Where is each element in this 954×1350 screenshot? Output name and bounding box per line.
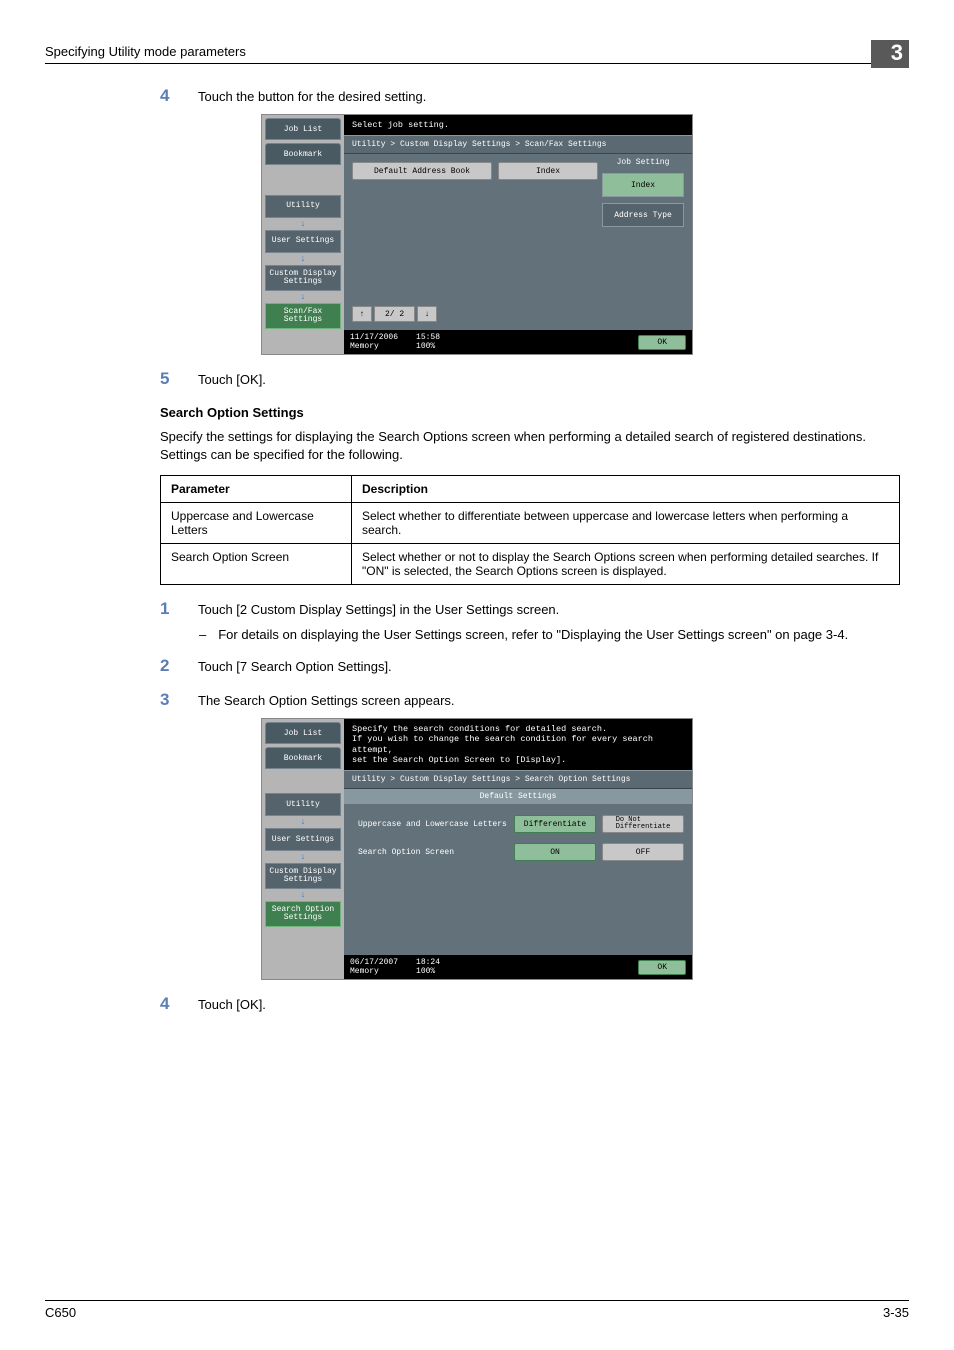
chapter-number: 3 <box>871 40 909 68</box>
menu-custom-display[interactable]: Custom Display Settings <box>265 863 341 889</box>
table-row: Search Option Screen Select whether or n… <box>161 544 900 585</box>
toggle-differentiate[interactable]: Differentiate <box>514 815 596 833</box>
step-number: 4 <box>160 86 198 106</box>
th-parameter: Parameter <box>161 476 352 503</box>
menu-utility[interactable]: Utility <box>265 195 341 218</box>
arrow-down-icon: ↓ <box>262 219 344 229</box>
parameter-table: Parameter Description Uppercase and Lowe… <box>160 475 900 585</box>
ok-button[interactable]: OK <box>638 335 686 350</box>
step-text: Touch the button for the desired setting… <box>198 89 426 104</box>
page-footer: C650 3-35 <box>45 1300 909 1320</box>
menu-user-settings[interactable]: User Settings <box>265 828 341 851</box>
main-panel: Default Settings Uppercase and Lowercase… <box>344 789 692 955</box>
step-4: 4 Touch the button for the desired setti… <box>160 86 909 106</box>
step-4b: 4 Touch [OK]. <box>160 994 909 1014</box>
sub-step: – For details on displaying the User Set… <box>199 627 909 642</box>
toggle-on[interactable]: ON <box>514 843 596 861</box>
tab-job-list[interactable]: Job List <box>265 118 341 140</box>
tab-bookmark[interactable]: Bookmark <box>265 143 341 165</box>
dash-icon: – <box>199 627 206 642</box>
step-5: 5 Touch [OK]. <box>160 369 909 389</box>
status-memory-label: Memory <box>350 967 379 976</box>
left-nav: Job List Bookmark Utility ↓ User Setting… <box>262 115 344 354</box>
step-1: 1 Touch [2 Custom Display Settings] in t… <box>160 599 909 619</box>
step-text: Touch [OK]. <box>198 372 266 387</box>
step-text: Touch [2 Custom Display Settings] in the… <box>198 602 559 617</box>
menu-search-option-settings[interactable]: Search Option Settings <box>265 901 341 927</box>
row-label-uppercase-lowercase: Uppercase and Lowercase Letters <box>352 820 508 829</box>
arrow-down-icon: ↓ <box>262 890 344 900</box>
side-btn-index[interactable]: Index <box>602 173 684 197</box>
td-desc: Select whether to differentiate between … <box>352 503 900 544</box>
side-btn-address-type[interactable]: Address Type <box>602 203 684 227</box>
pager-down-button[interactable]: ↓ <box>417 306 437 322</box>
table-row: Uppercase and Lowercase Letters Select w… <box>161 503 900 544</box>
toggle-off[interactable]: OFF <box>602 843 684 861</box>
td-param: Search Option Screen <box>161 544 352 585</box>
pager: ↑ 2/ 2 ↓ <box>352 306 684 322</box>
th-description: Description <box>352 476 900 503</box>
breadcrumb: Utility > Custom Display Settings > Scan… <box>344 135 692 154</box>
ok-button[interactable]: OK <box>638 960 686 975</box>
pager-page-label: 2/ 2 <box>374 306 415 322</box>
td-param: Uppercase and Lowercase Letters <box>161 503 352 544</box>
arrow-down-icon: ↓ <box>262 292 344 302</box>
step-number: 1 <box>160 599 198 619</box>
pager-up-button[interactable]: ↑ <box>352 306 372 322</box>
status-date: 11/17/2006 <box>350 333 398 342</box>
arrow-down-icon: ↓ <box>262 852 344 862</box>
sub-step-text: For details on displaying the User Setti… <box>218 627 848 642</box>
step-text: Touch [OK]. <box>198 997 266 1012</box>
status-memory-pct: 100% <box>416 342 435 351</box>
status-time: 18:24 <box>416 958 440 967</box>
side-label-job-setting: Job Setting <box>602 158 684 167</box>
menu-utility[interactable]: Utility <box>265 793 341 816</box>
document-page: Specifying Utility mode parameters 3 4 T… <box>0 0 954 1350</box>
step-text: Touch [7 Search Option Settings]. <box>198 659 392 674</box>
step-2: 2 Touch [7 Search Option Settings]. <box>160 656 909 676</box>
left-nav: Job List Bookmark Utility ↓ User Setting… <box>262 719 344 979</box>
breadcrumb: Utility > Custom Display Settings > Sear… <box>344 770 692 789</box>
section-heading: Search Option Settings <box>160 405 909 420</box>
status-bar: 11/17/2006Memory 15:58100% OK <box>344 330 692 354</box>
step-3: 3 The Search Option Settings screen appe… <box>160 690 909 710</box>
option-default-address-book[interactable]: Default Address Book <box>352 162 492 180</box>
status-date: 06/17/2007 <box>350 958 398 967</box>
section-description: Specify the settings for displaying the … <box>160 428 909 463</box>
status-time: 15:58 <box>416 333 440 342</box>
arrow-down-icon: ↓ <box>262 817 344 827</box>
instruction-text: Specify the search conditions for detail… <box>344 719 692 770</box>
header-title: Specifying Utility mode parameters <box>45 44 871 64</box>
step-text: The Search Option Settings screen appear… <box>198 693 455 708</box>
option-index-value[interactable]: Index <box>498 162 598 180</box>
menu-user-settings[interactable]: User Settings <box>265 230 341 253</box>
screenshot-scan-fax-settings: Job List Bookmark Utility ↓ User Setting… <box>261 114 693 355</box>
footer-left: C650 <box>45 1305 76 1320</box>
step-number: 3 <box>160 690 198 710</box>
arrow-down-icon: ↓ <box>262 254 344 264</box>
status-memory-label: Memory <box>350 342 379 351</box>
row-label-search-option-screen: Search Option Screen <box>352 848 508 857</box>
status-bar: 06/17/2007Memory 18:24100% OK <box>344 955 692 979</box>
menu-scan-fax-settings[interactable]: Scan/Fax Settings <box>265 303 341 329</box>
toggle-do-not-differentiate[interactable]: Do Not Differentiate <box>602 815 684 833</box>
page-header: Specifying Utility mode parameters 3 <box>45 40 909 68</box>
status-memory-pct: 100% <box>416 967 435 976</box>
footer-right: 3-35 <box>883 1305 909 1320</box>
step-number: 4 <box>160 994 198 1014</box>
tab-bookmark[interactable]: Bookmark <box>265 747 341 769</box>
td-desc: Select whether or not to display the Sea… <box>352 544 900 585</box>
main-panel: Default Address Book Index Job Setting I… <box>344 154 692 330</box>
menu-custom-display[interactable]: Custom Display Settings <box>265 265 341 291</box>
tab-job-list[interactable]: Job List <box>265 722 341 744</box>
default-settings-header: Default Settings <box>344 789 692 805</box>
step-number: 5 <box>160 369 198 389</box>
step-number: 2 <box>160 656 198 676</box>
screenshot-search-option-settings: Job List Bookmark Utility ↓ User Setting… <box>261 718 693 980</box>
instruction-text: Select job setting. <box>344 115 692 135</box>
